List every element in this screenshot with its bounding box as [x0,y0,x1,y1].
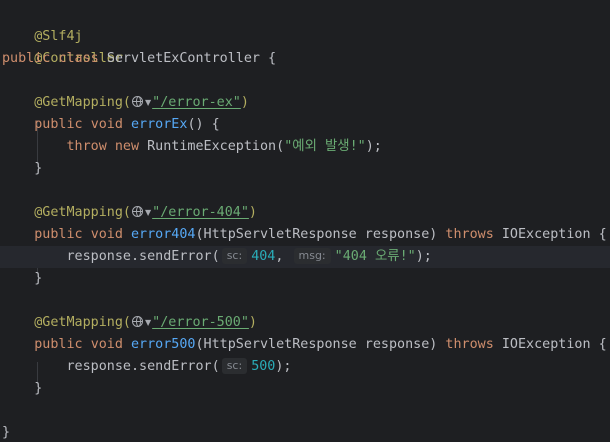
string-literal: "404 오류!" [334,249,416,264]
keyword: public [2,51,51,66]
string-literal: "예외 발생!" [284,139,366,154]
code-line[interactable]: public void error404(HttpServletResponse… [0,224,610,246]
code-text: ); [365,139,382,154]
code-line[interactable]: } [0,158,610,180]
code-text: , [275,249,292,264]
annotation: @GetMapping( [34,95,131,110]
code-text: RuntimeException( [147,139,285,154]
brace: } [2,425,11,440]
brace: } [34,271,43,286]
method-name: error404 [131,227,196,242]
code-line[interactable]: public void error500(HttpServletResponse… [0,334,610,356]
brace: } [34,381,43,396]
globe-icon[interactable] [132,206,143,217]
keyword: void [90,337,123,352]
current-code-line[interactable]: response.sendError(sc: 404, msg: "404 오류!"… [0,246,610,268]
chevron-down-icon[interactable]: ▼ [145,92,151,114]
method-params: (HttpServletResponse response) [195,337,438,352]
brace: { [260,51,277,66]
keyword: throw [66,139,107,154]
param-hint-sc: sc: [221,358,248,374]
code-line[interactable]: @GetMapping( ▼"/error-404") [0,202,610,224]
code-text: response.sendError( [66,249,220,264]
code-line[interactable]: @Controller [0,26,610,66]
keyword: public [34,337,83,352]
exception-type: IOException { [501,337,607,352]
code-line[interactable]: @GetMapping( ▼"/error-500") [0,312,610,334]
annotation: @GetMapping( [34,315,131,330]
globe-icon[interactable] [132,96,143,107]
code-line[interactable]: public void errorEx() { [0,114,610,136]
annotation-close: ) [248,205,257,220]
brace: } [34,161,43,176]
url-link[interactable]: "/error-ex" [152,95,241,110]
globe-icon[interactable] [132,316,143,327]
keyword: class [58,51,99,66]
code-line[interactable]: @GetMapping( ▼"/error-ex") [0,92,610,114]
keyword: void [90,227,123,242]
code-line[interactable]: public class ServletExController { [0,48,610,70]
code-line[interactable]: @Slf4j [0,4,610,44]
annotation-close: ) [240,95,249,110]
param-hint-msg: msg: [293,248,331,264]
keyword: throws [445,227,494,242]
keyword: new [114,139,140,154]
method-name: error500 [131,337,196,352]
class-name: ServletExController [106,51,260,66]
param-hint-sc: sc: [221,248,248,264]
annotation-close: ) [248,315,257,330]
chevron-down-icon[interactable]: ▼ [145,312,151,334]
code-line[interactable]: } [0,422,610,442]
method-name: errorEx [131,117,188,132]
code-line[interactable]: throw new RuntimeException("예외 발생!"); [0,136,610,158]
code-text: ); [275,359,292,374]
code-line[interactable]: } [0,378,610,400]
code-line[interactable]: } [0,268,610,290]
code-editor[interactable]: @Slf4j @Controller public class ServletE… [0,0,610,442]
keyword: public [34,227,83,242]
code-text: ); [415,249,432,264]
number-literal: 500 [251,359,276,374]
url-link[interactable]: "/error-404" [152,205,249,220]
keyword: public [34,117,83,132]
method-params: () { [187,117,220,132]
url-link[interactable]: "/error-500" [152,315,249,330]
number-literal: 404 [251,249,276,264]
keyword: throws [445,337,494,352]
chevron-down-icon[interactable]: ▼ [145,202,151,224]
code-line[interactable]: response.sendError(sc: 500); [0,356,610,378]
annotation: @GetMapping( [34,205,131,220]
exception-type: IOException { [501,227,607,242]
method-params: (HttpServletResponse response) [195,227,438,242]
code-text: response.sendError( [66,359,220,374]
keyword: void [90,117,123,132]
